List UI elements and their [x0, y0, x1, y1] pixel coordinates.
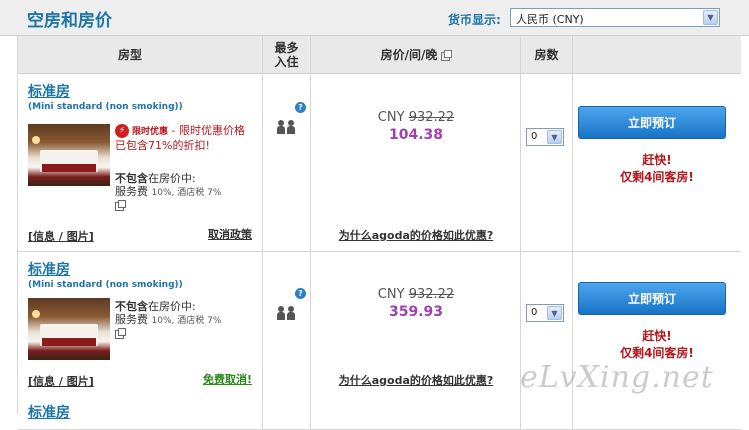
- room-info-cell: 标准房 (Mini standard (non smoking)) ⚡ 限时优惠 …: [18, 74, 263, 251]
- hurry-line-2: 仅剩4间客房!: [620, 170, 694, 184]
- guests-cell: [263, 398, 311, 414]
- table-header: 房型 最多 入住 房价/间/晚 房数: [18, 36, 741, 74]
- tax-detail-1: 服务费: [115, 185, 148, 198]
- info-photos-link[interactable]: [信息 / 图片]: [28, 228, 94, 244]
- chevron-down-icon[interactable]: ▼: [703, 10, 718, 25]
- header-max-guests-line2: 入住: [274, 55, 299, 69]
- tax-detail-2: 10%, 酒店税 7%: [151, 316, 222, 326]
- tax-not-included: 不包含: [115, 172, 148, 185]
- info-photos-link[interactable]: [信息 / 图片]: [28, 373, 94, 389]
- two-guests-icon: [277, 306, 297, 320]
- table-row: 标准房: [18, 398, 741, 421]
- availability-header: 空房和房价 货币显示: 人民币 (CNY) ▼: [0, 0, 749, 36]
- table-row: 标准房 (Mini standard (non smoking)) ⚡ 限时优惠 …: [18, 74, 741, 252]
- booking-cell: 立即预订 赶快! 仅剩4间客房!: [573, 74, 741, 251]
- quantity-cell: [521, 398, 573, 414]
- info-photos-label[interactable]: [信息 / 图片]: [28, 375, 94, 388]
- promo-tag: 限时优惠: [132, 127, 169, 137]
- tax-detail-1: 服务费: [115, 313, 148, 326]
- room-name-link[interactable]: 标准房: [28, 402, 70, 422]
- help-icon[interactable]: ?: [295, 288, 306, 299]
- room-subtitle: (Mini standard (non smoking)): [28, 280, 183, 290]
- lightning-icon: ⚡: [115, 124, 129, 138]
- original-price: CNY 932.22: [311, 110, 521, 125]
- room-photo[interactable]: [28, 124, 110, 186]
- discount-price: 359.93: [388, 304, 444, 320]
- tax-note: 不包含在房价中: 服务费 10%, 酒店税 7%: [115, 172, 255, 214]
- info-photos-label[interactable]: [信息 / 图片]: [28, 230, 94, 243]
- room-name-link[interactable]: 标准房: [28, 259, 70, 279]
- header-rooms: 房数: [521, 36, 573, 74]
- guests-cell: ?: [263, 74, 311, 251]
- tax-in-price: 在房价中:: [148, 300, 196, 313]
- why-cheap-link[interactable]: 为什么agoda的价格如此优惠?: [311, 372, 521, 388]
- header-max-guests: 最多 入住: [263, 36, 311, 74]
- hurry-line-1: 赶快!: [642, 153, 672, 167]
- old-price-value: 932.22: [408, 110, 455, 125]
- header-price: 房价/间/晚: [311, 36, 521, 74]
- currency-code: CNY: [377, 110, 405, 125]
- price-cell: [311, 398, 521, 414]
- chevron-down-icon[interactable]: ▼: [547, 306, 562, 320]
- chevron-down-icon[interactable]: ▼: [547, 130, 562, 144]
- cancellation-policy-link[interactable]: 取消政策: [208, 226, 252, 242]
- room-quantity-select[interactable]: 0 ▼: [526, 128, 564, 146]
- room-info-cell: 标准房: [18, 398, 263, 421]
- booking-cell: [573, 398, 741, 414]
- watermark: eLvXing.net: [520, 360, 714, 395]
- currency-select[interactable]: 人民币 (CNY) ▼: [510, 8, 720, 27]
- header-price-label: 房价/间/晚: [380, 48, 438, 62]
- room-photo[interactable]: [28, 298, 110, 360]
- currency-value: 人民币 (CNY): [516, 13, 584, 26]
- popup-icon[interactable]: [115, 200, 126, 211]
- quantity-value: 0: [531, 131, 538, 142]
- section-title: 空房和房价: [27, 11, 112, 31]
- currency-label: 货币显示:: [448, 13, 501, 27]
- header-max-guests-line1: 最多: [274, 41, 299, 55]
- tax-note: 不包含在房价中: 服务费 10%, 酒店税 7%: [115, 300, 255, 342]
- tax-detail-2: 10%, 酒店税 7%: [151, 188, 222, 198]
- header-room-type: 房型: [18, 36, 263, 74]
- popup-icon[interactable]: [115, 328, 126, 339]
- rooms-table: 房型 最多 入住 房价/间/晚 房数 标准房 (Mini standard (n…: [17, 36, 741, 430]
- two-guests-icon: [277, 120, 297, 134]
- book-now-button[interactable]: 立即预订: [578, 106, 726, 139]
- tax-in-price: 在房价中:: [148, 172, 196, 185]
- old-price-value: 932.22: [408, 287, 455, 302]
- discount-price: 104.38: [388, 127, 444, 143]
- header-action: [573, 36, 741, 74]
- free-cancellation-link[interactable]: 免费取消!: [203, 371, 252, 387]
- book-now-button[interactable]: 立即预订: [578, 282, 726, 315]
- original-price: CNY 932.22: [311, 287, 521, 302]
- room-name-link[interactable]: 标准房: [28, 81, 70, 101]
- promo-notice: ⚡ 限时优惠 - 限时优惠价格已包含71%的折扣!: [115, 124, 255, 153]
- price-cell: CNY 932.22 104.38 为什么agoda的价格如此优惠?: [311, 74, 521, 251]
- availability-alert: 赶快! 仅剩4间客房!: [573, 328, 741, 362]
- currency-code: CNY: [377, 287, 405, 302]
- availability-alert: 赶快! 仅剩4间客房!: [573, 152, 741, 186]
- quantity-value: 0: [531, 307, 538, 318]
- why-cheap-link[interactable]: 为什么agoda的价格如此优惠?: [311, 227, 521, 243]
- hurry-line-1: 赶快!: [642, 329, 672, 343]
- room-quantity-select[interactable]: 0 ▼: [526, 304, 564, 322]
- popup-icon[interactable]: [441, 49, 453, 61]
- quantity-cell: 0 ▼: [521, 74, 573, 251]
- room-subtitle: (Mini standard (non smoking)): [28, 102, 183, 112]
- help-icon[interactable]: ?: [295, 102, 306, 113]
- tax-not-included: 不包含: [115, 300, 148, 313]
